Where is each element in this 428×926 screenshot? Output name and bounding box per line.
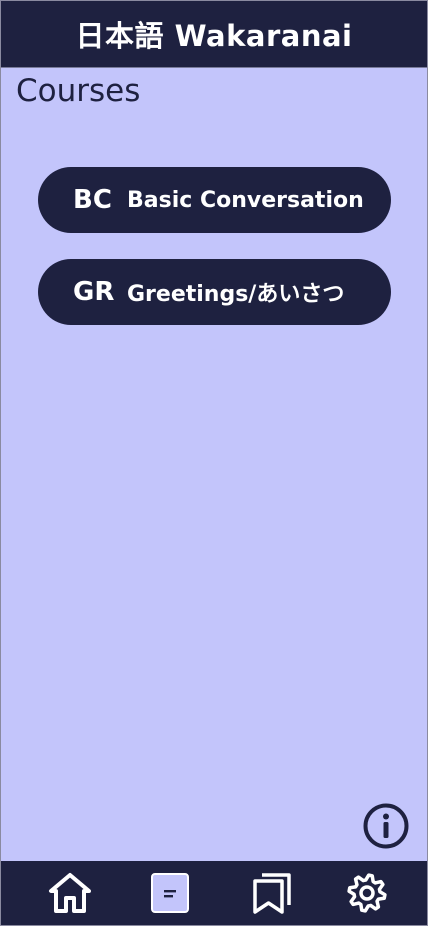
course-code: GR — [73, 277, 115, 307]
nav-courses-button[interactable] — [147, 871, 193, 915]
gear-outline — [347, 873, 387, 913]
app-screen: 日本語 Wakaranai Courses BC Basic Conversat… — [0, 0, 428, 926]
settings-icon — [347, 873, 387, 913]
course-button-greetings[interactable]: GR Greetings/あいさつ — [38, 259, 391, 325]
course-list: BC Basic Conversation GR Greetings/あいさつ — [38, 167, 391, 351]
gear-hub — [359, 885, 375, 901]
bottom-navigation — [1, 861, 427, 925]
nav-home-button[interactable] — [47, 871, 93, 915]
page-title: Courses — [16, 73, 141, 109]
app-header: 日本語 Wakaranai — [1, 1, 427, 68]
course-name: Basic Conversation — [127, 187, 364, 213]
course-name: Greetings/あいさつ — [127, 282, 345, 307]
course-button-basic-conversation[interactable]: BC Basic Conversation — [38, 167, 391, 233]
info-icon — [363, 803, 409, 849]
bookmarks-icon — [253, 873, 291, 914]
nav-bookmarks-button[interactable] — [249, 871, 295, 915]
course-code: BC — [73, 185, 112, 215]
info-button[interactable] — [363, 803, 409, 849]
home-icon — [49, 873, 91, 913]
nav-settings-button[interactable] — [344, 871, 390, 915]
courses-icon — [151, 873, 189, 913]
app-title: 日本語 Wakaranai — [75, 19, 353, 53]
